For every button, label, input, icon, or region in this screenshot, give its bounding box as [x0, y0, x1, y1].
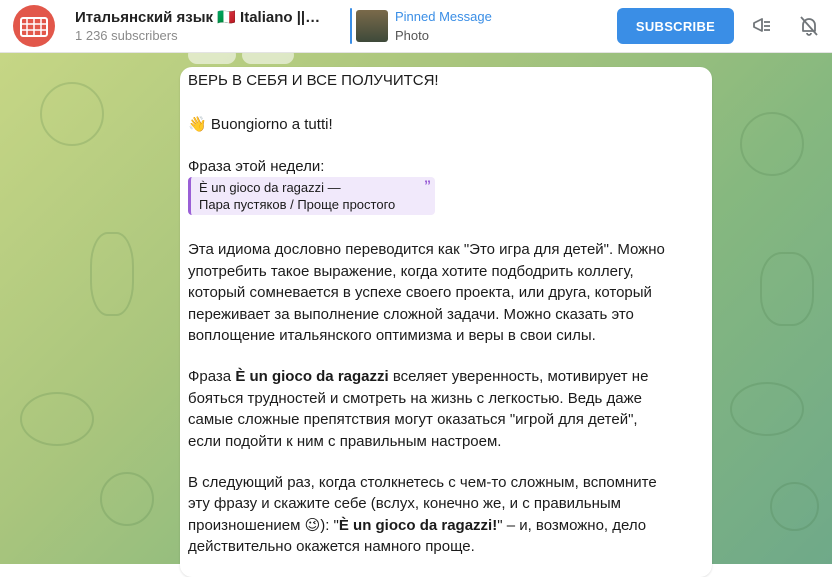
doodle-shape: [20, 392, 94, 446]
paragraph-line: произношением 😉): "È un gioco da ragazzi…: [188, 515, 646, 537]
blockquote: È un gioco da ragazzi — Пара пустяков / …: [188, 177, 435, 215]
quote-line-2: Пара пустяков / Проще простого: [199, 197, 396, 212]
channel-header: Итальянский язык 🇮🇹 Italiano ||… 1 236 s…: [0, 0, 832, 53]
paragraph-line: Эта идиома дословно переводится как "Это…: [188, 241, 665, 258]
bold-phrase: È un gioco da ragazzi: [235, 368, 389, 385]
pinned-message-label[interactable]: Pinned Message: [395, 9, 492, 24]
greeting-text: Buongiorno a tutti!: [210, 116, 333, 133]
paragraph-line: действительно окажется намного проще.: [188, 538, 475, 555]
bell-off-icon[interactable]: [797, 14, 821, 38]
paragraph-line: Фраза È un gioco da ragazzi вселяет увер…: [188, 366, 648, 388]
subscriber-count: 1 236 subscribers: [75, 28, 178, 43]
doodle-circle: [40, 82, 104, 146]
text-span: произношением: [188, 517, 305, 534]
subscribe-button[interactable]: SUBSCRIBE: [617, 8, 734, 44]
doodle-shape: [760, 252, 814, 326]
doodle-circle: [770, 482, 819, 531]
paragraph-line: эту фразу и скажите себе (вслух, конечно…: [188, 495, 621, 512]
paragraph-line: воплощение итальянского оптимизма и веры…: [188, 327, 596, 344]
paragraph-line: переживает за выполнение сложной задачи.…: [188, 306, 634, 323]
quote-line-1: È un gioco da ragazzi —: [199, 180, 341, 195]
megaphone-settings-icon[interactable]: [750, 14, 774, 38]
reactions-row: [180, 46, 300, 64]
quote-mark-icon: ”: [424, 177, 431, 193]
greeting-line: 👋 Buongiorno a tutti!: [188, 114, 333, 136]
paragraph-line: самые сложные препятствия могут оказатьс…: [188, 411, 638, 428]
paragraph-line: употребить такое выражение, когда хотите…: [188, 263, 634, 280]
channel-avatar[interactable]: [13, 5, 55, 47]
pinned-thumbnail[interactable]: [356, 10, 388, 42]
wink-emoji: 😉: [304, 517, 321, 534]
message-bubble: ВЕРЬ В СЕБЯ И ВСЕ ПОЛУЧИТСЯ! 👋 Buongiorn…: [180, 67, 712, 577]
bold-phrase: È un gioco da ragazzi!: [338, 517, 498, 534]
paragraph-line: если подойти к ним с правильным настроем…: [188, 433, 502, 450]
doodle-shape: [730, 382, 804, 436]
pinned-accent-bar: [350, 8, 352, 44]
text-span: вселяет уверенность, мотивирует не: [388, 368, 649, 385]
wave-emoji: 👋: [188, 116, 207, 133]
paragraph-line: бояться трудностей и смотреть на жизнь с…: [188, 390, 642, 407]
channel-title[interactable]: Итальянский язык 🇮🇹 Italiano ||…: [75, 8, 320, 26]
doodle-circle: [740, 112, 804, 176]
message-headline: ВЕРЬ В СЕБЯ И ВСЕ ПОЛУЧИТСЯ!: [188, 72, 439, 89]
pinned-message-type: Photo: [395, 28, 429, 43]
doodle-circle: [100, 472, 154, 526]
text-span: ): ": [320, 517, 339, 534]
text-span: Фраза: [188, 368, 236, 385]
phrase-of-week-label: Фраза этой недели:: [188, 158, 325, 175]
doodle-shape: [90, 232, 134, 316]
text-span: " – и, возможно, дело: [497, 517, 647, 534]
paragraph-line: который сомневается в успехе своего прое…: [188, 284, 652, 301]
paragraph-line: В следующий раз, когда столкнетесь с чем…: [188, 474, 657, 491]
colosseum-icon: [20, 17, 48, 37]
